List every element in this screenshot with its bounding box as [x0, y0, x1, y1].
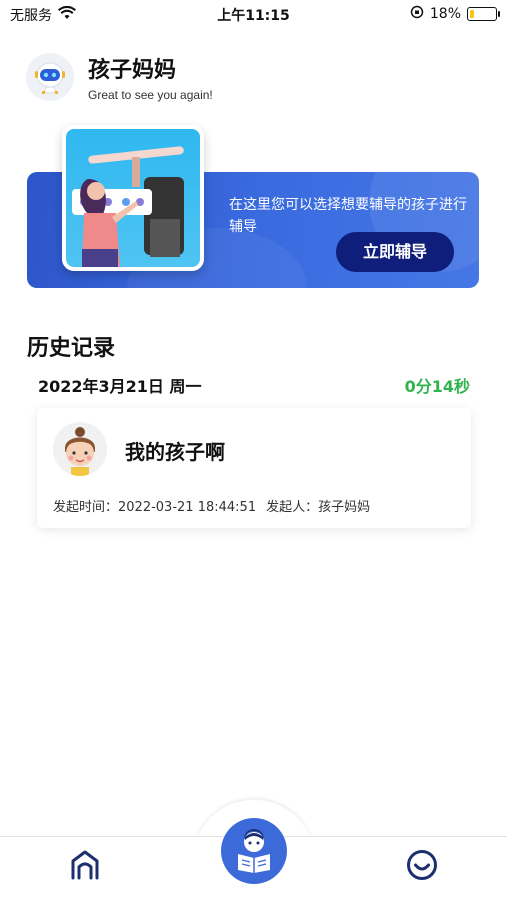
- user-header: 孩子妈妈 Great to see you again!: [26, 52, 213, 102]
- start-time-value: 2022-03-21 18:44:51: [118, 500, 257, 515]
- reading-child-icon[interactable]: [221, 818, 287, 884]
- history-date-row: 2022年3月21日 周一 0分14秒: [38, 372, 470, 398]
- initiator-value: 孩子妈妈: [318, 500, 371, 515]
- robot-avatar-icon[interactable]: [26, 53, 74, 101]
- start-tutoring-button[interactable]: 立即辅导: [336, 232, 454, 272]
- status-bar: 无服务 上午11:15 18%: [0, 0, 507, 28]
- tutoring-illustration: [62, 125, 204, 271]
- history-date: 2022年3月21日 周一: [38, 377, 202, 396]
- smile-profile-icon[interactable]: [405, 848, 439, 882]
- home-icon[interactable]: [68, 848, 102, 882]
- orientation-lock-icon: [410, 5, 424, 23]
- history-record-card[interactable]: 我的孩子啊 发起时间：2022-03-21 18:44:51 发起人：孩子妈妈: [37, 408, 471, 528]
- initiator-label: 发起人：: [266, 500, 319, 515]
- greeting-text: Great to see you again!: [88, 88, 213, 102]
- record-meta: 发起时间：2022-03-21 18:44:51 发起人：孩子妈妈: [53, 496, 370, 515]
- battery-percent: 18%: [429, 6, 461, 22]
- battery-icon: [467, 7, 500, 21]
- child-avatar-icon: [53, 422, 107, 476]
- history-duration: 0分14秒: [404, 377, 470, 396]
- user-name: 孩子妈妈: [88, 58, 177, 83]
- child-name: 我的孩子啊: [125, 440, 225, 464]
- history-section-title: 历史记录: [27, 336, 116, 361]
- start-time-label: 发起时间：: [53, 500, 119, 515]
